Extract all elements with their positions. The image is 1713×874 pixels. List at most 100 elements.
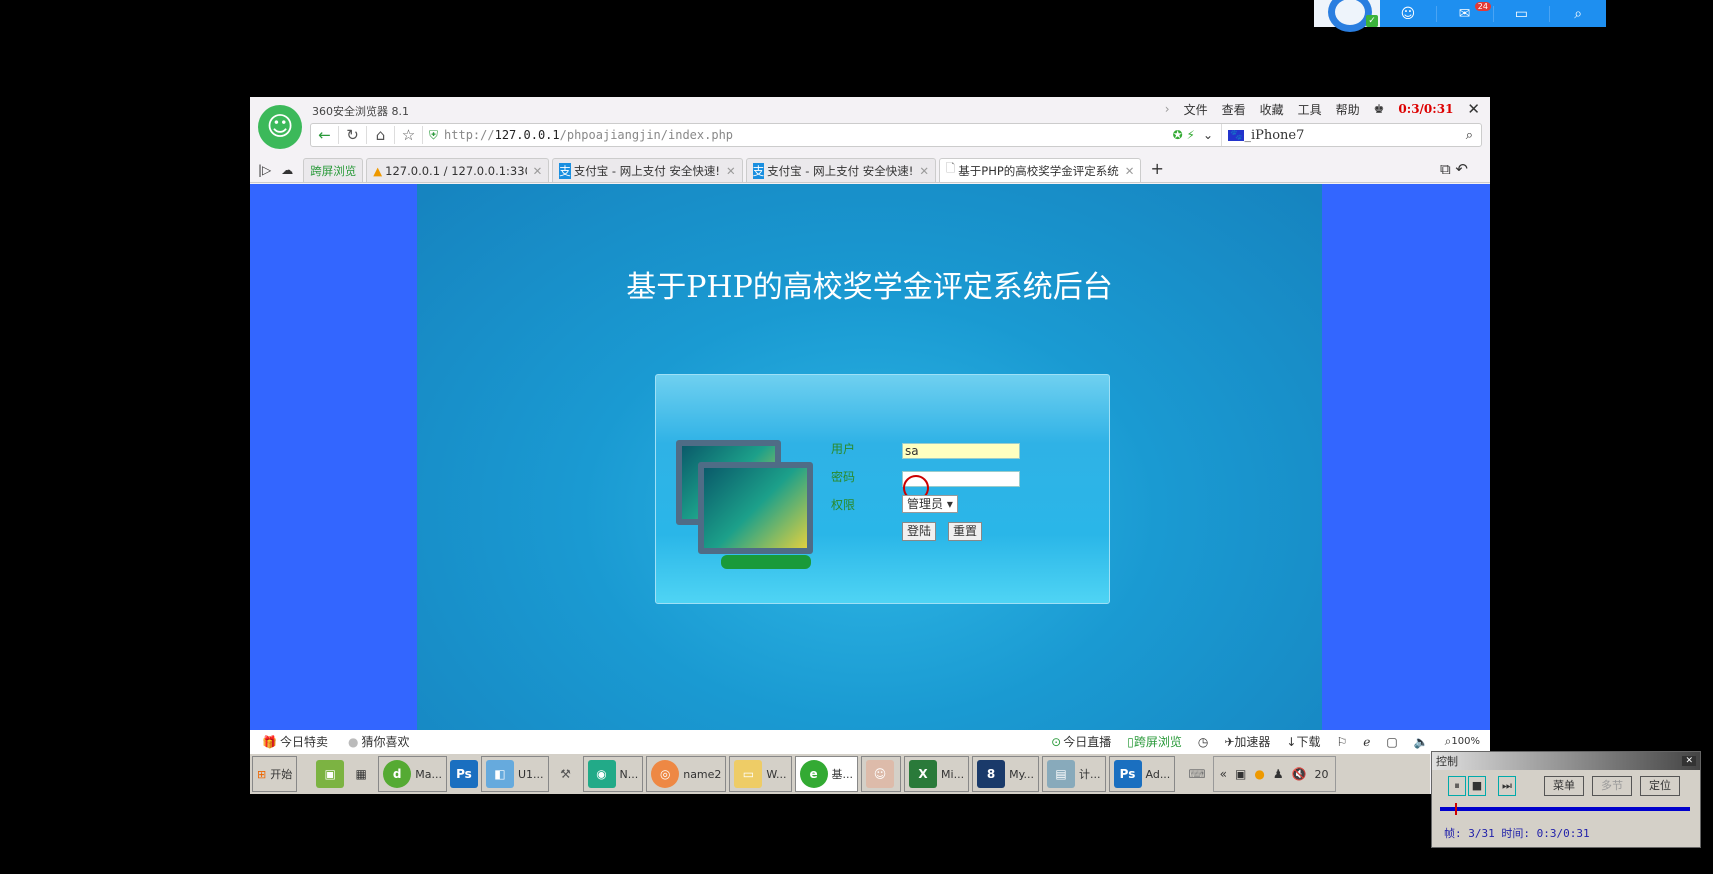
- menu-expand-icon[interactable]: ›: [1165, 102, 1170, 116]
- menu-file[interactable]: 文件: [1184, 101, 1208, 118]
- control-title: 控制: [1436, 755, 1458, 768]
- baby-photo-icon: ☺: [866, 760, 895, 788]
- search-icon[interactable]: ⌕: [1466, 128, 1473, 143]
- progress-handle[interactable]: [1455, 803, 1457, 815]
- menu-favorites[interactable]: 收藏: [1260, 101, 1284, 118]
- reset-button[interactable]: 重置: [948, 522, 983, 541]
- user-input[interactable]: sa: [902, 443, 1020, 459]
- password-label: 密码: [831, 470, 856, 484]
- close-tab-icon[interactable]: ✕: [919, 164, 929, 178]
- chevron-down-icon[interactable]: ⌄: [1203, 128, 1213, 142]
- locate-button[interactable]: 定位: [1640, 776, 1680, 796]
- tab-alipay-2[interactable]: 支支付宝 - 网上支付 安全快速! ✕: [745, 158, 937, 182]
- task-navicat[interactable]: ◉ N...: [582, 756, 644, 792]
- volume-icon[interactable]: 🔈: [1414, 735, 1429, 749]
- page-icon: 🗋: [946, 161, 956, 175]
- recorder-icon[interactable]: ▦: [347, 760, 375, 788]
- guess-you-like-link[interactable]: 猜你喜欢: [361, 733, 409, 750]
- user-logo-icon[interactable]: ☺: [258, 105, 302, 149]
- accelerator-link[interactable]: 加速器: [1234, 733, 1270, 750]
- windows-icon: ⊞: [257, 767, 267, 781]
- cloud-icon[interactable]: ☁: [281, 163, 293, 177]
- role-select[interactable]: 管理员 ▾: [902, 495, 958, 513]
- mute-icon[interactable]: 🔇: [1292, 767, 1307, 781]
- task-browser[interactable]: e 基...: [794, 756, 859, 792]
- system-tray: « ▣ ● ♟ 🔇 20: [1212, 756, 1336, 792]
- home-icon[interactable]: ⌂: [367, 126, 395, 144]
- avatar[interactable]: ✓: [1314, 0, 1380, 32]
- undo-icon[interactable]: ⧉ ↶: [1440, 160, 1468, 178]
- next-frame-button[interactable]: ⏭: [1498, 776, 1516, 796]
- login-form: 用户 sa 密码 权限 管理员 ▾ 登陆 重置: [655, 374, 1110, 604]
- close-tab-icon[interactable]: ✕: [533, 164, 543, 178]
- download-link[interactable]: 下载: [1296, 733, 1320, 750]
- ie-icon[interactable]: ℯ: [1363, 735, 1370, 749]
- task-photoshop[interactable]: Ps Ad...: [1108, 756, 1176, 792]
- tab-alipay-1[interactable]: 支支付宝 - 网上支付 安全快速! ✕: [552, 158, 743, 182]
- tray-expand-icon[interactable]: «: [1220, 767, 1227, 781]
- ie-icon: e: [799, 760, 828, 788]
- mail-icon[interactable]: ✉ 24: [1437, 1, 1494, 22]
- android-icon[interactable]: ▣: [316, 760, 345, 788]
- emoji-icon[interactable]: ☺: [1380, 5, 1437, 22]
- task-excel[interactable]: X Mi...: [904, 756, 970, 792]
- login-button[interactable]: 登陆: [902, 522, 937, 541]
- window-icon[interactable]: ▢: [1386, 735, 1397, 749]
- speed-icon[interactable]: ✪ ⚡: [1173, 128, 1195, 142]
- today-sale-link[interactable]: 今日特卖: [280, 733, 328, 750]
- task-mysql[interactable]: 8 My...: [972, 756, 1039, 792]
- skin-icon[interactable]: ♚: [1374, 102, 1385, 116]
- alipay-icon: 支: [752, 162, 765, 179]
- cross-screen-link[interactable]: 跨屏浏览: [1134, 733, 1182, 750]
- url-input[interactable]: http://127.0.0.1/phpoajiangjin/index.php: [444, 128, 1173, 142]
- tray-security-icon[interactable]: ●: [1254, 767, 1264, 781]
- play-icon: ⊙: [1051, 734, 1062, 749]
- dreamweaver-icon: d: [383, 760, 412, 788]
- sidebar-toggle-icon[interactable]: |▷: [258, 163, 271, 177]
- stop-button[interactable]: ■: [1468, 776, 1486, 796]
- tab-phpmyadmin[interactable]: ▲127.0.0.1 / 127.0.0.1:3306 /✕: [366, 158, 550, 182]
- new-tab-icon[interactable]: +: [1150, 159, 1163, 178]
- menu-help[interactable]: 帮助: [1336, 101, 1360, 118]
- folder-icon: ▭: [734, 760, 763, 788]
- page-content: 基于PHP的高校奖学金评定系统后台 用户 sa 密码 权限 管理员 ▾ 登陆 重…: [250, 184, 1490, 730]
- task-folder[interactable]: ▭ W...: [729, 756, 792, 792]
- close-tab-icon[interactable]: ✕: [1125, 164, 1135, 178]
- window-icon[interactable]: ▭: [1494, 5, 1551, 22]
- user-label: 用户: [831, 442, 856, 456]
- photoshop-icon[interactable]: Ps: [449, 760, 478, 788]
- mysql-icon: 8: [977, 760, 1006, 788]
- tab-cross-screen[interactable]: 跨屏浏览: [303, 158, 364, 182]
- top-widget: ✓ ☺ ✉ 24 ▭ ⌕: [1314, 0, 1606, 32]
- flag-icon[interactable]: ⚐: [1337, 735, 1348, 749]
- dot-icon: ●: [347, 734, 359, 749]
- task-dreamweaver[interactable]: d Ma...: [378, 756, 447, 792]
- close-icon[interactable]: ✕: [1467, 100, 1480, 118]
- start-button[interactable]: ⊞ 开始: [252, 756, 298, 792]
- refresh-icon[interactable]: ↻: [339, 126, 367, 144]
- task-u1[interactable]: ◧ U1...: [480, 756, 549, 792]
- tools-icon[interactable]: ⚒: [552, 760, 580, 788]
- menu-view[interactable]: 查看: [1222, 101, 1246, 118]
- close-icon[interactable]: ✕: [1682, 756, 1696, 766]
- disk-icon: ◎: [651, 760, 680, 788]
- search-icon[interactable]: ⌕: [1550, 6, 1606, 22]
- tab-scholarship[interactable]: 🗋 基于PHP的高校奖学金评定系统 ✕: [939, 158, 1142, 182]
- pause-button[interactable]: ⏸: [1448, 776, 1466, 796]
- qq-icon[interactable]: ♟: [1273, 767, 1284, 781]
- menu-button[interactable]: 菜单: [1544, 776, 1584, 796]
- menu-tools[interactable]: 工具: [1298, 101, 1322, 118]
- task-baby[interactable]: ☺: [861, 756, 902, 792]
- task-computer[interactable]: ▤ 计...: [1042, 756, 1106, 792]
- close-tab-icon[interactable]: ✕: [726, 164, 736, 178]
- history-icon[interactable]: ◷: [1198, 735, 1208, 749]
- task-name2[interactable]: ◎ name2: [646, 756, 727, 792]
- search-input[interactable]: 🐾 _iPhone7 ⌕: [1221, 124, 1481, 146]
- zoom-level[interactable]: 100%: [1451, 736, 1480, 747]
- keyboard-icon[interactable]: ⌨: [1188, 767, 1205, 781]
- live-link[interactable]: 今日直播: [1063, 733, 1111, 750]
- back-icon[interactable]: ←: [311, 126, 339, 144]
- progress-slider[interactable]: [1440, 803, 1690, 815]
- tray-app-icon[interactable]: ▣: [1235, 767, 1246, 781]
- star-icon[interactable]: ☆: [395, 126, 423, 144]
